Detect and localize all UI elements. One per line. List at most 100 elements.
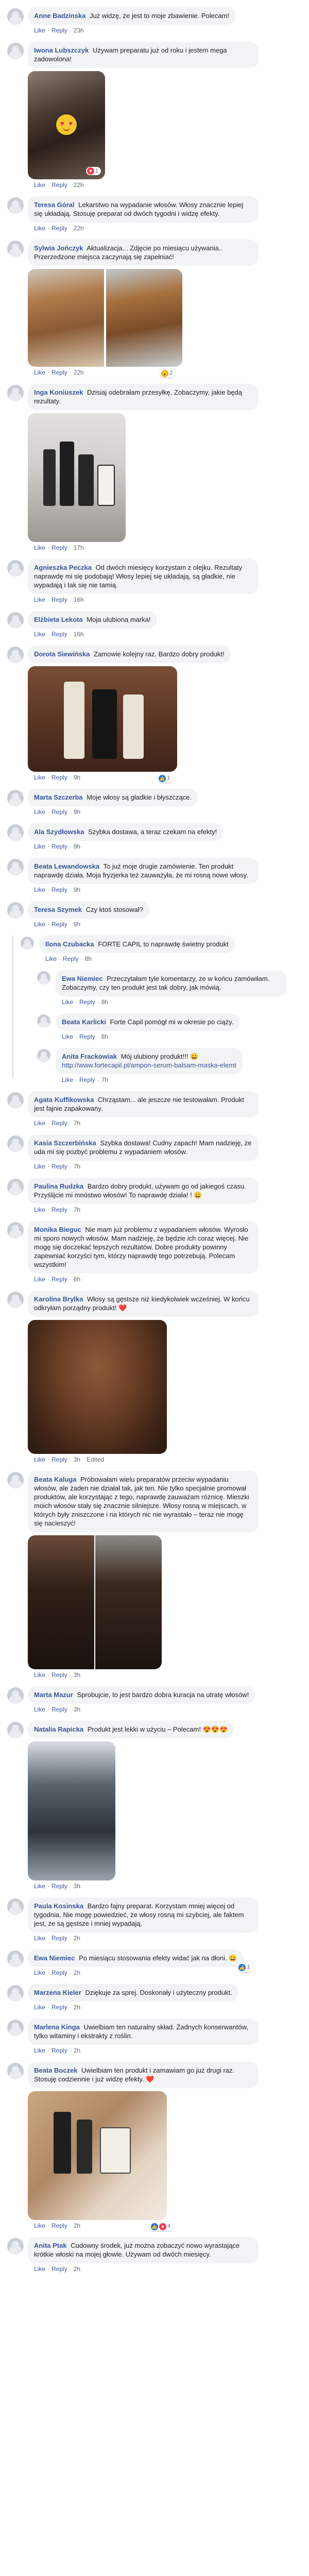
comment-time[interactable]: 8h [101,1033,108,1040]
comment-author[interactable]: Ilona Czubacka [45,940,94,948]
comment-time[interactable]: 22h [74,181,84,189]
reply-link[interactable]: Reply [52,369,67,376]
comment-time[interactable]: 16h [74,631,84,638]
comment-time[interactable]: 3h [74,1456,80,1463]
reply-link[interactable]: Reply [79,1033,95,1040]
like-link[interactable]: Like [34,544,45,551]
like-link[interactable]: Like [34,27,45,34]
reply-link[interactable]: Reply [52,886,67,893]
reply-link[interactable]: Reply [52,1935,67,1942]
reply-link[interactable]: Reply [52,544,67,551]
like-link[interactable]: Like [45,955,57,962]
like-link[interactable]: Like [62,1076,73,1083]
avatar[interactable] [7,824,24,841]
avatar[interactable] [7,1136,24,1152]
comment-author[interactable]: Beata Boczek [34,2066,78,2074]
reply-link[interactable]: Reply [52,631,67,638]
like-link[interactable]: Like [62,1033,73,1040]
comment-author[interactable]: Kasia Szczerbińska [34,1139,96,1147]
avatar[interactable] [7,647,24,663]
like-link[interactable]: Like [34,631,45,638]
comment-author[interactable]: Agnieszka Peczka [34,564,92,571]
reply-link[interactable]: Reply [79,1076,95,1083]
reaction-badge[interactable]: 👍 1 [237,1962,253,1972]
like-link[interactable]: Like [34,774,45,781]
like-link[interactable]: Like [34,1706,45,1713]
comment-time[interactable]: 3h [74,1883,80,1890]
comment-author[interactable]: Beata Karlicki [62,1018,106,1026]
comment-time[interactable]: 8h [85,955,92,962]
reaction-badge[interactable]: ♥ 1 [85,167,101,175]
reply-link[interactable]: Reply [52,1163,67,1170]
comment-time[interactable]: 2h [74,2265,80,2273]
like-link[interactable]: Like [34,2265,45,2273]
comment-photo[interactable] [28,269,182,367]
comment-time[interactable]: 7h [74,1163,80,1170]
comment-time[interactable]: 3h [74,1706,80,1713]
avatar[interactable] [7,8,24,25]
comment-author[interactable]: Marlena Kinga [34,2023,80,2031]
like-link[interactable]: Like [34,843,45,850]
comment-author[interactable]: Iwona Lubszczyk [34,46,89,54]
comment-photo[interactable] [28,413,126,542]
reply-link[interactable]: Reply [52,2047,67,2054]
comment-time[interactable]: 9h [74,921,80,928]
comment-time[interactable]: 3h [74,1671,80,1679]
avatar[interactable] [7,1179,24,1195]
avatar[interactable] [37,1049,50,1062]
comment-time[interactable]: 7h [74,1120,80,1127]
like-link[interactable]: Like [62,998,73,1006]
avatar[interactable] [7,2238,24,2255]
comment-time[interactable]: 2h [74,2004,80,2011]
comment-author[interactable]: Anne Badzinska [34,12,85,20]
comment-author[interactable]: Marta Mazur [34,1691,73,1699]
avatar[interactable] [7,1292,24,1308]
comment-link[interactable]: http://www.fortecapil.pl/ampon-serum-bal… [62,1061,236,1069]
comment-author[interactable]: Agata Kuffikowska [34,1096,94,1104]
avatar[interactable] [7,2020,24,2036]
reply-link[interactable]: Reply [52,1706,67,1713]
reaction-badge[interactable]: 😮 2 [160,369,176,378]
reply-link[interactable]: Reply [52,774,67,781]
avatar[interactable] [37,971,50,985]
like-link[interactable]: Like [34,596,45,603]
like-link[interactable]: Like [34,1883,45,1890]
comment-author[interactable]: Sylwia Jończyk [34,244,83,252]
reply-link[interactable]: Reply [79,998,95,1006]
avatar[interactable] [37,1014,50,1028]
comment-author[interactable]: Ewa Niemiec [62,975,103,982]
comment-photo[interactable] [28,2091,167,2220]
comment-time[interactable]: 22h [74,225,84,232]
like-link[interactable]: Like [34,2004,45,2011]
comment-author[interactable]: Beata Lewandowska [34,862,99,870]
comment-author[interactable]: Natalia Rapicka [34,1725,83,1733]
comment-author[interactable]: Marta Szczerba [34,793,83,801]
reply-link[interactable]: Reply [52,1206,67,1213]
like-link[interactable]: Like [34,921,45,928]
like-link[interactable]: Like [34,181,45,189]
comment-photo[interactable]: ♥1 [28,71,105,179]
avatar[interactable] [7,385,24,401]
avatar[interactable] [7,1899,24,1915]
reply-link[interactable]: Reply [52,1120,67,1127]
avatar[interactable] [21,937,34,950]
comment-time[interactable]: 9h [74,808,80,816]
like-link[interactable]: Like [34,808,45,816]
comment-author[interactable]: Dorota Siewińska [34,650,90,658]
comment-time[interactable]: 7h [101,1076,108,1083]
comment-time[interactable]: 22h [74,369,84,376]
like-link[interactable]: Like [34,1120,45,1127]
comment-time[interactable]: 2h [74,1969,80,1976]
reaction-badge[interactable]: 👍 ♥ 4 [150,2222,174,2231]
comment-time[interactable]: 9h [74,774,80,781]
comment-author[interactable]: Karolina Brylka [34,1295,83,1303]
comment-time[interactable]: 2h [74,1935,80,1942]
like-link[interactable]: Like [34,1206,45,1213]
comment-author[interactable]: Marzena Kieler [34,1989,81,1996]
comment-author[interactable]: Monika Bieguc [34,1226,81,1233]
comment-time[interactable]: 17h [74,544,84,551]
reply-link[interactable]: Reply [52,27,67,34]
comment-author[interactable]: Ewa Niemiec [34,1954,75,1962]
like-link[interactable]: Like [34,1671,45,1679]
like-link[interactable]: Like [34,2222,45,2229]
